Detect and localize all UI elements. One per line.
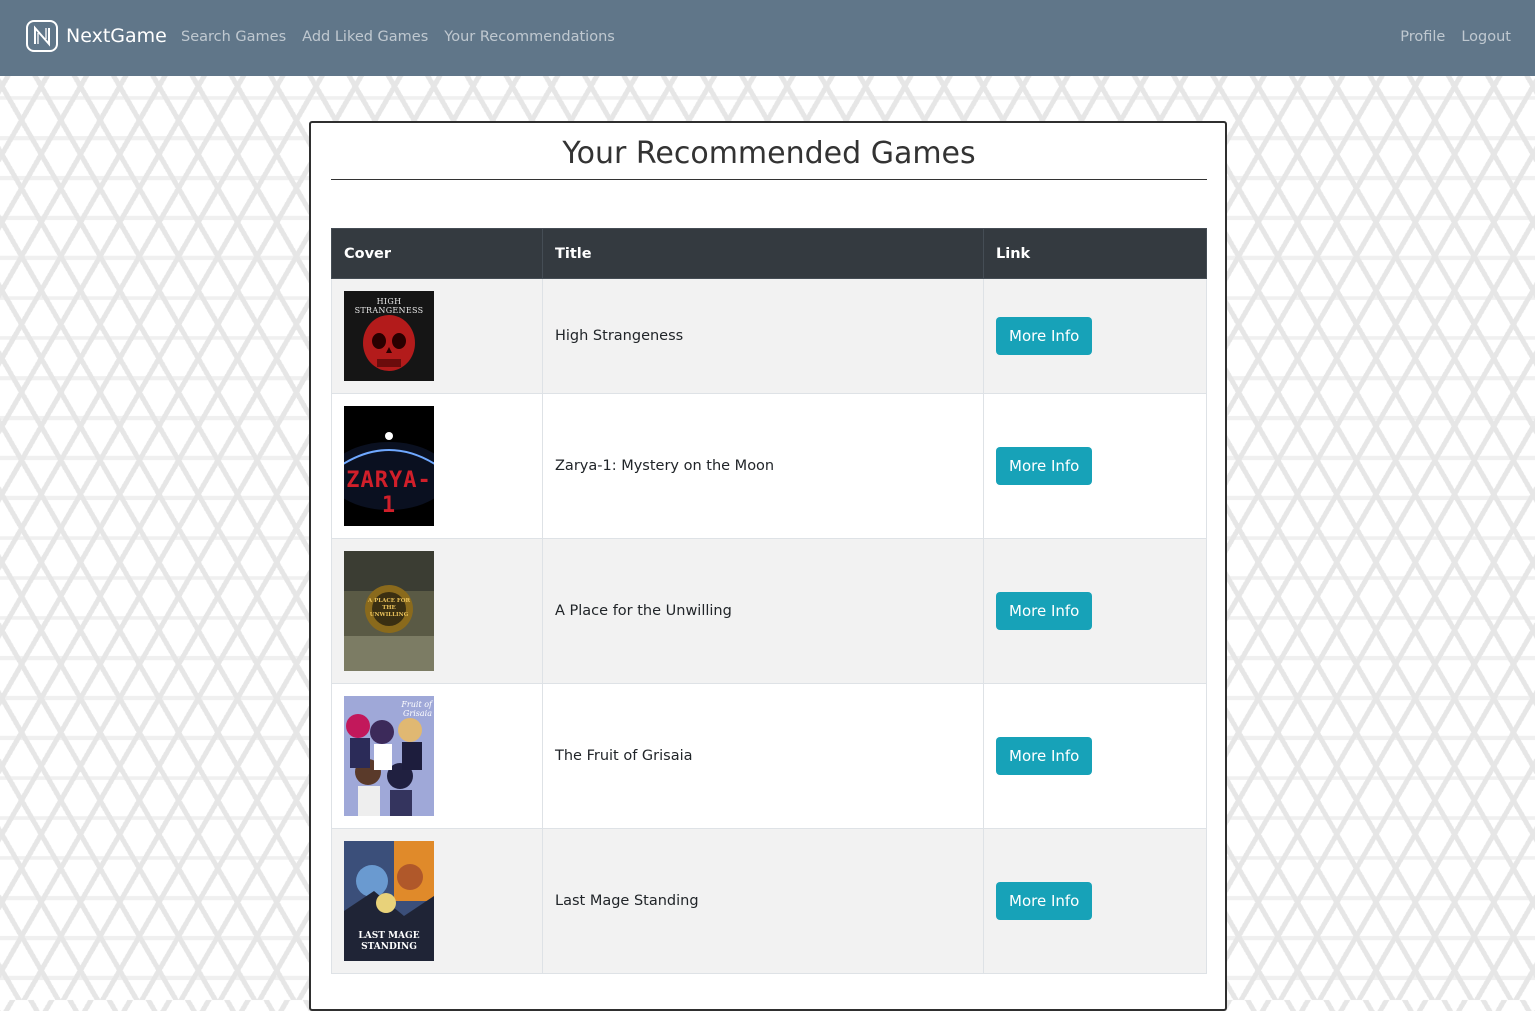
table-row: ZARYA-1 Zarya-1: Mystery on the Moon Mor… [331,393,1207,539]
nav-logout[interactable]: Logout [1461,29,1511,45]
nav-links: Search Games Add Liked Games Your Recomm… [181,29,615,45]
cover-cell: LAST MAGE STANDING [331,828,543,974]
table-row: Fruit of Grisaia The Fruit of Grisaia Mo… [331,683,1207,829]
game-cover-image: Fruit of Grisaia [344,696,434,816]
game-cover-image: LAST MAGE STANDING [344,841,434,961]
page-title: Your Recommended Games [331,133,1207,180]
table-row: HIGH STRANGENESS High Strangeness More I… [331,278,1207,394]
cover-title-text: A PLACE FOR THE UNWILLING [367,598,411,618]
header-link: Link [983,228,1207,279]
cover-cell: ZARYA-1 [331,393,543,539]
nav-right-links: Profile Logout [1400,29,1511,45]
table-row: LAST MAGE STANDING Last Mage Standing Mo… [331,828,1207,974]
table-row: A PLACE FOR THE UNWILLING A Place for th… [331,538,1207,684]
link-cell: More Info [983,538,1207,684]
title-cell: High Strangeness [542,278,984,394]
more-info-button[interactable]: More Info [996,592,1093,630]
brand-name: NextGame [66,25,167,47]
game-cover-image: ZARYA-1 [344,406,434,526]
cover-title-text: Fruit of Grisaia [401,700,432,718]
title-cell: Zarya-1: Mystery on the Moon [542,393,984,539]
game-cover-image: A PLACE FOR THE UNWILLING [344,551,434,671]
game-cover-image: HIGH STRANGENESS [344,291,434,381]
nav-your-recommendations[interactable]: Your Recommendations [444,29,615,45]
table-header-row: Cover Title Link [331,228,1207,279]
cover-title-text: ZARYA-1 [346,468,432,518]
link-cell: More Info [983,278,1207,394]
brand[interactable]: NextGame [26,20,167,52]
header-title: Title [542,228,984,279]
header-cover: Cover [331,228,543,279]
title-cell: The Fruit of Grisaia [542,683,984,829]
nav-add-liked-games[interactable]: Add Liked Games [302,29,428,45]
more-info-button[interactable]: More Info [996,737,1093,775]
more-info-button[interactable]: More Info [996,447,1093,485]
link-cell: More Info [983,683,1207,829]
more-info-button[interactable]: More Info [996,317,1093,355]
title-cell: Last Mage Standing [542,828,984,974]
nav-search-games[interactable]: Search Games [181,29,286,45]
cover-title-text: LAST MAGE STANDING [358,931,420,952]
recommendations-card: Your Recommended Games Cover Title Link [309,121,1227,1011]
cover-cell: A PLACE FOR THE UNWILLING [331,538,543,684]
link-cell: More Info [983,828,1207,974]
cover-cell: Fruit of Grisaia [331,683,543,829]
nav-profile[interactable]: Profile [1400,29,1445,45]
nextgame-logo-icon [26,20,58,52]
link-cell: More Info [983,393,1207,539]
cover-title-text: HIGH STRANGENESS [354,297,424,315]
title-cell: A Place for the Unwilling [542,538,984,684]
navbar: NextGame Search Games Add Liked Games Yo… [0,0,1535,76]
cover-cell: HIGH STRANGENESS [331,278,543,394]
more-info-button[interactable]: More Info [996,882,1093,920]
recommendations-table: Cover Title Link HIGH STRANGENESS High S… [331,228,1207,974]
